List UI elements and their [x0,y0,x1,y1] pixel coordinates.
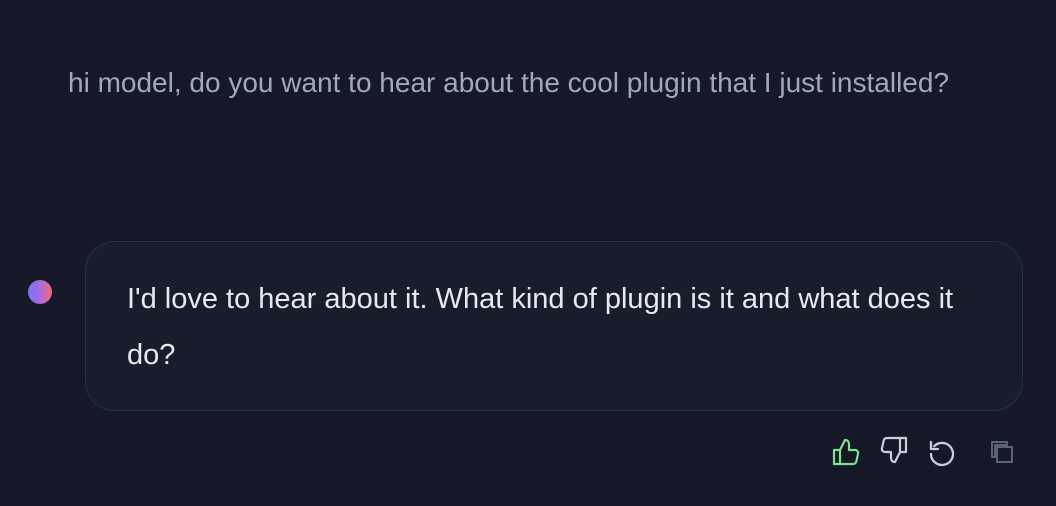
copy-button[interactable] [986,436,1018,468]
thumbs-up-button[interactable] [830,436,862,468]
message-actions [830,434,1020,470]
thumbs-down-button[interactable] [878,434,910,466]
assistant-avatar [28,280,52,304]
regenerate-button[interactable] [926,436,958,468]
refresh-icon [926,436,958,468]
assistant-message-text: I'd love to hear about it. What kind of … [127,283,954,371]
thumbs-down-icon [878,434,910,466]
copy-icon [986,436,1018,468]
thumbs-up-icon [830,436,862,468]
assistant-message-bubble: I'd love to hear about it. What kind of … [85,241,1023,411]
user-message: hi model, do you want to hear about the … [68,67,950,98]
